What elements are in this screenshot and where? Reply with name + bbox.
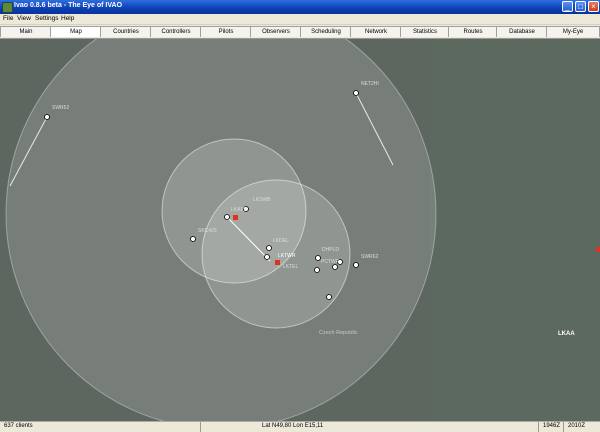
label-lktel: LKTEL (283, 264, 299, 270)
map-view[interactable]: SWR52 NET2HI LKSWB SKC426 LKAPP LKDEL LK… (0, 39, 600, 421)
map-terrain-east (430, 39, 600, 421)
coverage-circle-twr[interactable] (201, 179, 351, 329)
window-title: Ivao 0.8.6 beta - The Eye of IVAO (14, 2, 123, 9)
aircraft-lktwr[interactable] (264, 254, 270, 260)
tab-countries[interactable]: Countries (100, 26, 152, 37)
label-skc: SKC426 (198, 228, 217, 234)
map-canvas[interactable]: SWR52 NET2HI LKSWB SKC426 LKAPP LKDEL LK… (0, 39, 600, 421)
label-pctw: PCTWR (321, 259, 340, 265)
tab-map[interactable]: Map (50, 26, 102, 37)
menu-bar: File View Settings Help (0, 14, 600, 24)
tab-database[interactable]: Database (496, 26, 548, 37)
label-swr2: SWR62 (361, 254, 378, 260)
label-lkrwp: LKSWB (253, 197, 271, 203)
aircraft-swr2[interactable] (353, 262, 359, 268)
controller-east[interactable] (596, 247, 600, 252)
menu-settings[interactable]: Settings (35, 15, 59, 22)
tab-routes[interactable]: Routes (448, 26, 498, 37)
label-lkdel: LKDEL (273, 238, 289, 244)
status-separator (538, 422, 539, 432)
tab-my-eye[interactable]: My-Eye (546, 26, 600, 37)
tab-scheduling[interactable]: Scheduling (300, 26, 352, 37)
controller-lkapp[interactable] (233, 215, 238, 220)
menu-help[interactable]: Help (61, 15, 74, 22)
aircraft-lkdel[interactable] (266, 245, 272, 251)
aircraft-dhpld[interactable] (315, 255, 321, 261)
aircraft-south[interactable] (326, 294, 332, 300)
status-separator (200, 422, 201, 432)
label-dhpld: DHPLD (322, 247, 339, 253)
tab-controllers[interactable]: Controllers (150, 26, 202, 37)
status-clients: 637 clients (4, 423, 33, 429)
title-bar: Ivao 0.8.6 beta - The Eye of IVAO _ □ × (0, 0, 600, 14)
status-bar: 637 clients Lat N49,80 Lon E15,11 1946Z … (0, 421, 600, 432)
tab-main[interactable]: Main (0, 26, 52, 37)
aircraft-pctw[interactable] (314, 267, 320, 273)
menu-view[interactable]: View (17, 15, 31, 22)
status-local-time: 1946Z (543, 423, 561, 429)
status-position: Lat N49,80 Lon E15,11 (262, 423, 324, 429)
label-lktwr: LKTWR (278, 253, 296, 259)
aircraft-a1[interactable] (332, 264, 338, 270)
label-lkapp: LKAPP (231, 207, 248, 213)
aircraft-lkapp[interactable] (224, 214, 230, 220)
minimize-button[interactable]: _ (562, 1, 573, 12)
maximize-button[interactable]: □ (575, 1, 586, 12)
close-button[interactable]: × (588, 1, 599, 12)
aircraft-swr[interactable] (44, 114, 50, 120)
tab-network[interactable]: Network (350, 26, 402, 37)
status-utc-time: 2010Z (568, 423, 586, 429)
tab-statistics[interactable]: Statistics (400, 26, 450, 37)
controller-lktwr[interactable] (275, 260, 280, 265)
tab-bar: Main Map Countries Controllers Pilots Ob… (0, 25, 600, 39)
label-nt: NET2HI (361, 81, 379, 87)
tab-pilots[interactable]: Pilots (200, 26, 252, 37)
label-swr: SWR52 (52, 105, 69, 111)
label-region: Czech Republic (319, 330, 358, 336)
menu-file[interactable]: File (3, 15, 13, 22)
tab-observers[interactable]: Observers (250, 26, 302, 37)
status-separator (563, 422, 564, 432)
label-fir: LKAA (558, 331, 575, 337)
aircraft-nt[interactable] (353, 90, 359, 96)
app-icon (2, 2, 13, 13)
aircraft-skc[interactable] (190, 236, 196, 242)
